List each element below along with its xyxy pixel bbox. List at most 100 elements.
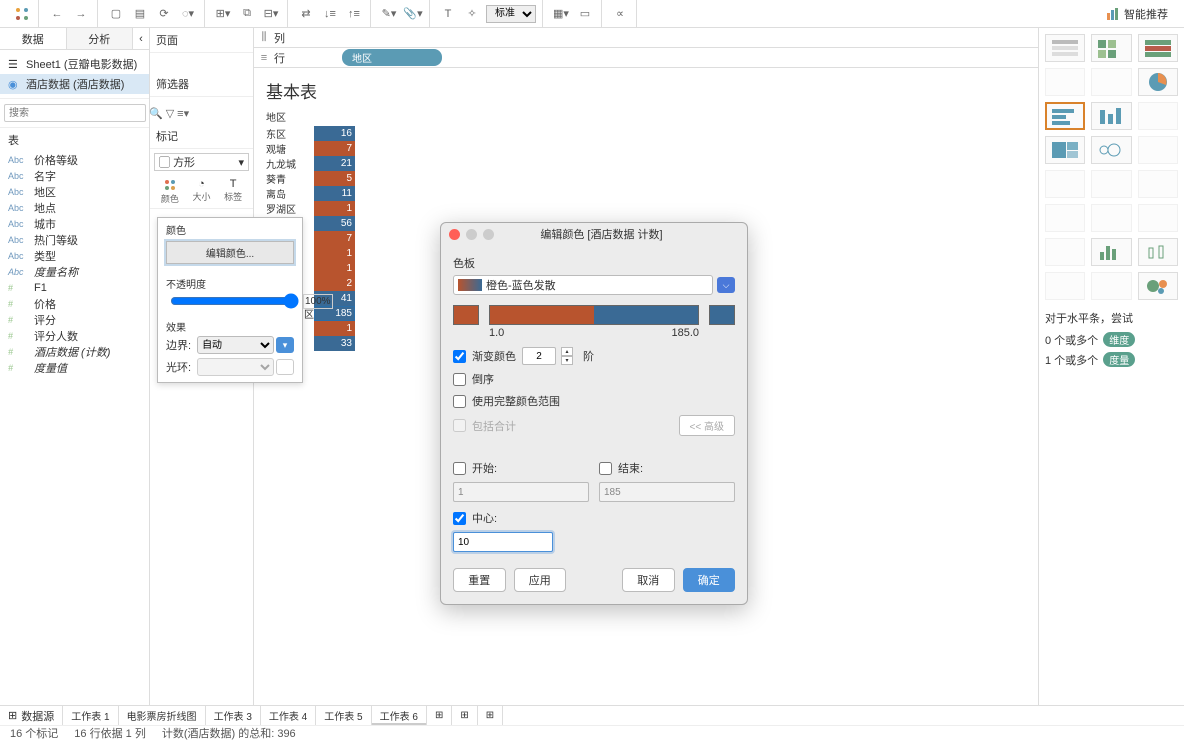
chart-packed-bubble[interactable] [1138, 272, 1178, 300]
start-color-swatch[interactable] [453, 305, 479, 325]
rows-pill[interactable]: 地区 [342, 49, 442, 66]
attach-icon[interactable]: 📎▾ [403, 4, 423, 24]
chart-line-cont[interactable] [1045, 170, 1085, 198]
reset-button[interactable]: 重置 [453, 568, 506, 592]
field-measure[interactable]: #度量值 [0, 360, 149, 376]
chart-stacked-bar[interactable] [1091, 102, 1131, 130]
field-measure[interactable]: #F1 [0, 280, 149, 296]
chart-line-disc[interactable] [1091, 170, 1131, 198]
advanced-button[interactable]: << 高级 [679, 415, 735, 436]
tab-data[interactable]: 数据 [0, 28, 67, 49]
field-dimension[interactable]: Abc度量名称 [0, 264, 149, 280]
sheet-tab[interactable]: 工作表 4 [261, 706, 316, 725]
pause-icon[interactable]: ◌▾ [178, 4, 198, 24]
edit-colors-button[interactable]: 编辑颜色... [166, 241, 294, 264]
fit-select[interactable]: 标准 [486, 5, 536, 23]
sheet-tab[interactable]: 工作表 5 [316, 706, 371, 725]
field-measure[interactable]: #评分 [0, 312, 149, 328]
datasource-item[interactable]: ◉ 酒店数据 (酒店数据) [0, 74, 149, 94]
chart-area-disc[interactable] [1091, 204, 1131, 232]
palette-select[interactable]: 橙色-蓝色发散 [453, 275, 713, 295]
border-toggle-icon[interactable]: ▾ [276, 337, 294, 353]
chart-histogram[interactable] [1091, 238, 1131, 266]
chart-heatmap[interactable] [1091, 34, 1131, 62]
chart-gantt[interactable] [1045, 272, 1085, 300]
field-measure[interactable]: #酒店数据 (计数) [0, 344, 149, 360]
chart-boxplot[interactable] [1138, 238, 1178, 266]
apply-button[interactable]: 应用 [514, 568, 567, 592]
field-dimension[interactable]: Abc价格等级 [0, 152, 149, 168]
sheet-tab[interactable]: 工作表 1 [63, 706, 118, 725]
end-checkbox[interactable] [599, 462, 612, 475]
start-checkbox[interactable] [453, 462, 466, 475]
pin-icon[interactable]: ✧ [462, 4, 482, 24]
border-select[interactable]: 自动 [197, 336, 274, 354]
chart-scatter[interactable] [1045, 238, 1085, 266]
swap-icon[interactable]: ⇄ [296, 4, 316, 24]
duplicate-icon[interactable]: ⧉ [237, 4, 257, 24]
chart-side-bar[interactable] [1138, 102, 1178, 130]
chart-side-circle[interactable] [1138, 136, 1178, 164]
step-up-icon[interactable]: ▴ [561, 347, 573, 356]
sheet-tab[interactable]: 工作表 3 [206, 706, 261, 725]
sheet-tab[interactable]: 工作表 6 [372, 706, 427, 725]
tab-analysis[interactable]: 分析 [67, 28, 134, 49]
chart-hbar[interactable] [1045, 102, 1085, 130]
close-icon[interactable] [449, 229, 460, 240]
stepped-color-checkbox[interactable] [453, 350, 466, 363]
save-icon[interactable]: ▢ [106, 4, 126, 24]
center-input[interactable] [453, 532, 553, 552]
cancel-button[interactable]: 取消 [622, 568, 675, 592]
center-checkbox[interactable] [453, 512, 466, 525]
chart-map-filled[interactable] [1091, 68, 1131, 96]
field-measure[interactable]: #评分人数 [0, 328, 149, 344]
chart-bullet[interactable] [1091, 272, 1131, 300]
new-story-tab[interactable]: ⊞ [478, 706, 503, 725]
back-icon[interactable]: ← [47, 4, 67, 24]
field-dimension[interactable]: Abc地区 [0, 184, 149, 200]
label-icon[interactable]: T [438, 4, 458, 24]
new-sheet-icon[interactable]: ⊞▾ [213, 4, 233, 24]
search-input[interactable] [4, 104, 146, 122]
marks-label-button[interactable]: T 标签 [217, 175, 249, 208]
halo-select[interactable] [197, 358, 274, 376]
show-me-button[interactable]: 智能推荐 [1106, 6, 1178, 22]
marks-size-button[interactable]: ◔ 大小 [186, 175, 218, 208]
chart-map-symbol[interactable] [1045, 68, 1085, 96]
chart-circle[interactable] [1091, 136, 1131, 164]
forward-icon[interactable]: → [71, 4, 91, 24]
marks-color-button[interactable]: 颜色 [154, 175, 186, 208]
chart-dual-line[interactable] [1138, 170, 1178, 198]
field-dimension[interactable]: Abc名字 [0, 168, 149, 184]
refresh-icon[interactable]: ⟳ [154, 4, 174, 24]
show-cards-icon[interactable]: ▦▾ [551, 4, 571, 24]
palette-dropdown-icon[interactable]: ⌵ [717, 277, 735, 293]
step-down-icon[interactable]: ▾ [561, 356, 573, 365]
reverse-checkbox[interactable] [453, 373, 466, 386]
collapse-pane-icon[interactable]: ‹ [133, 28, 149, 49]
new-dashboard-tab[interactable]: ⊞ [452, 706, 477, 725]
chart-treemap[interactable] [1045, 136, 1085, 164]
chart-pie[interactable] [1138, 68, 1178, 96]
chart-text-table[interactable] [1045, 34, 1085, 62]
new-data-icon[interactable]: ▤ [130, 4, 150, 24]
mark-type-select[interactable]: ▢ 方形▾ [154, 153, 249, 171]
field-measure[interactable]: #价格 [0, 296, 149, 312]
datasource-item[interactable]: ☰ Sheet1 (豆瓣电影数据) [0, 54, 149, 74]
chart-dual-combo[interactable] [1138, 204, 1178, 232]
chart-area[interactable] [1045, 204, 1085, 232]
share-icon[interactable]: ∝ [610, 4, 630, 24]
clear-icon[interactable]: ⊟▾ [261, 4, 281, 24]
end-color-swatch[interactable] [709, 305, 735, 325]
highlight-icon[interactable]: ✎▾ [379, 4, 399, 24]
field-dimension[interactable]: Abc地点 [0, 200, 149, 216]
datasource-tab[interactable]: ⊞数据源 [0, 706, 63, 725]
steps-input[interactable] [522, 347, 556, 365]
logo-icon[interactable] [12, 4, 32, 24]
full-range-checkbox[interactable] [453, 395, 466, 408]
sheet-tab[interactable]: 电影票房折线图 [119, 706, 206, 725]
sort-asc-icon[interactable]: ↓≡ [320, 4, 340, 24]
presentation-icon[interactable]: ▭ [575, 4, 595, 24]
ok-button[interactable]: 确定 [683, 568, 736, 592]
field-dimension[interactable]: Abc热门等级 [0, 232, 149, 248]
